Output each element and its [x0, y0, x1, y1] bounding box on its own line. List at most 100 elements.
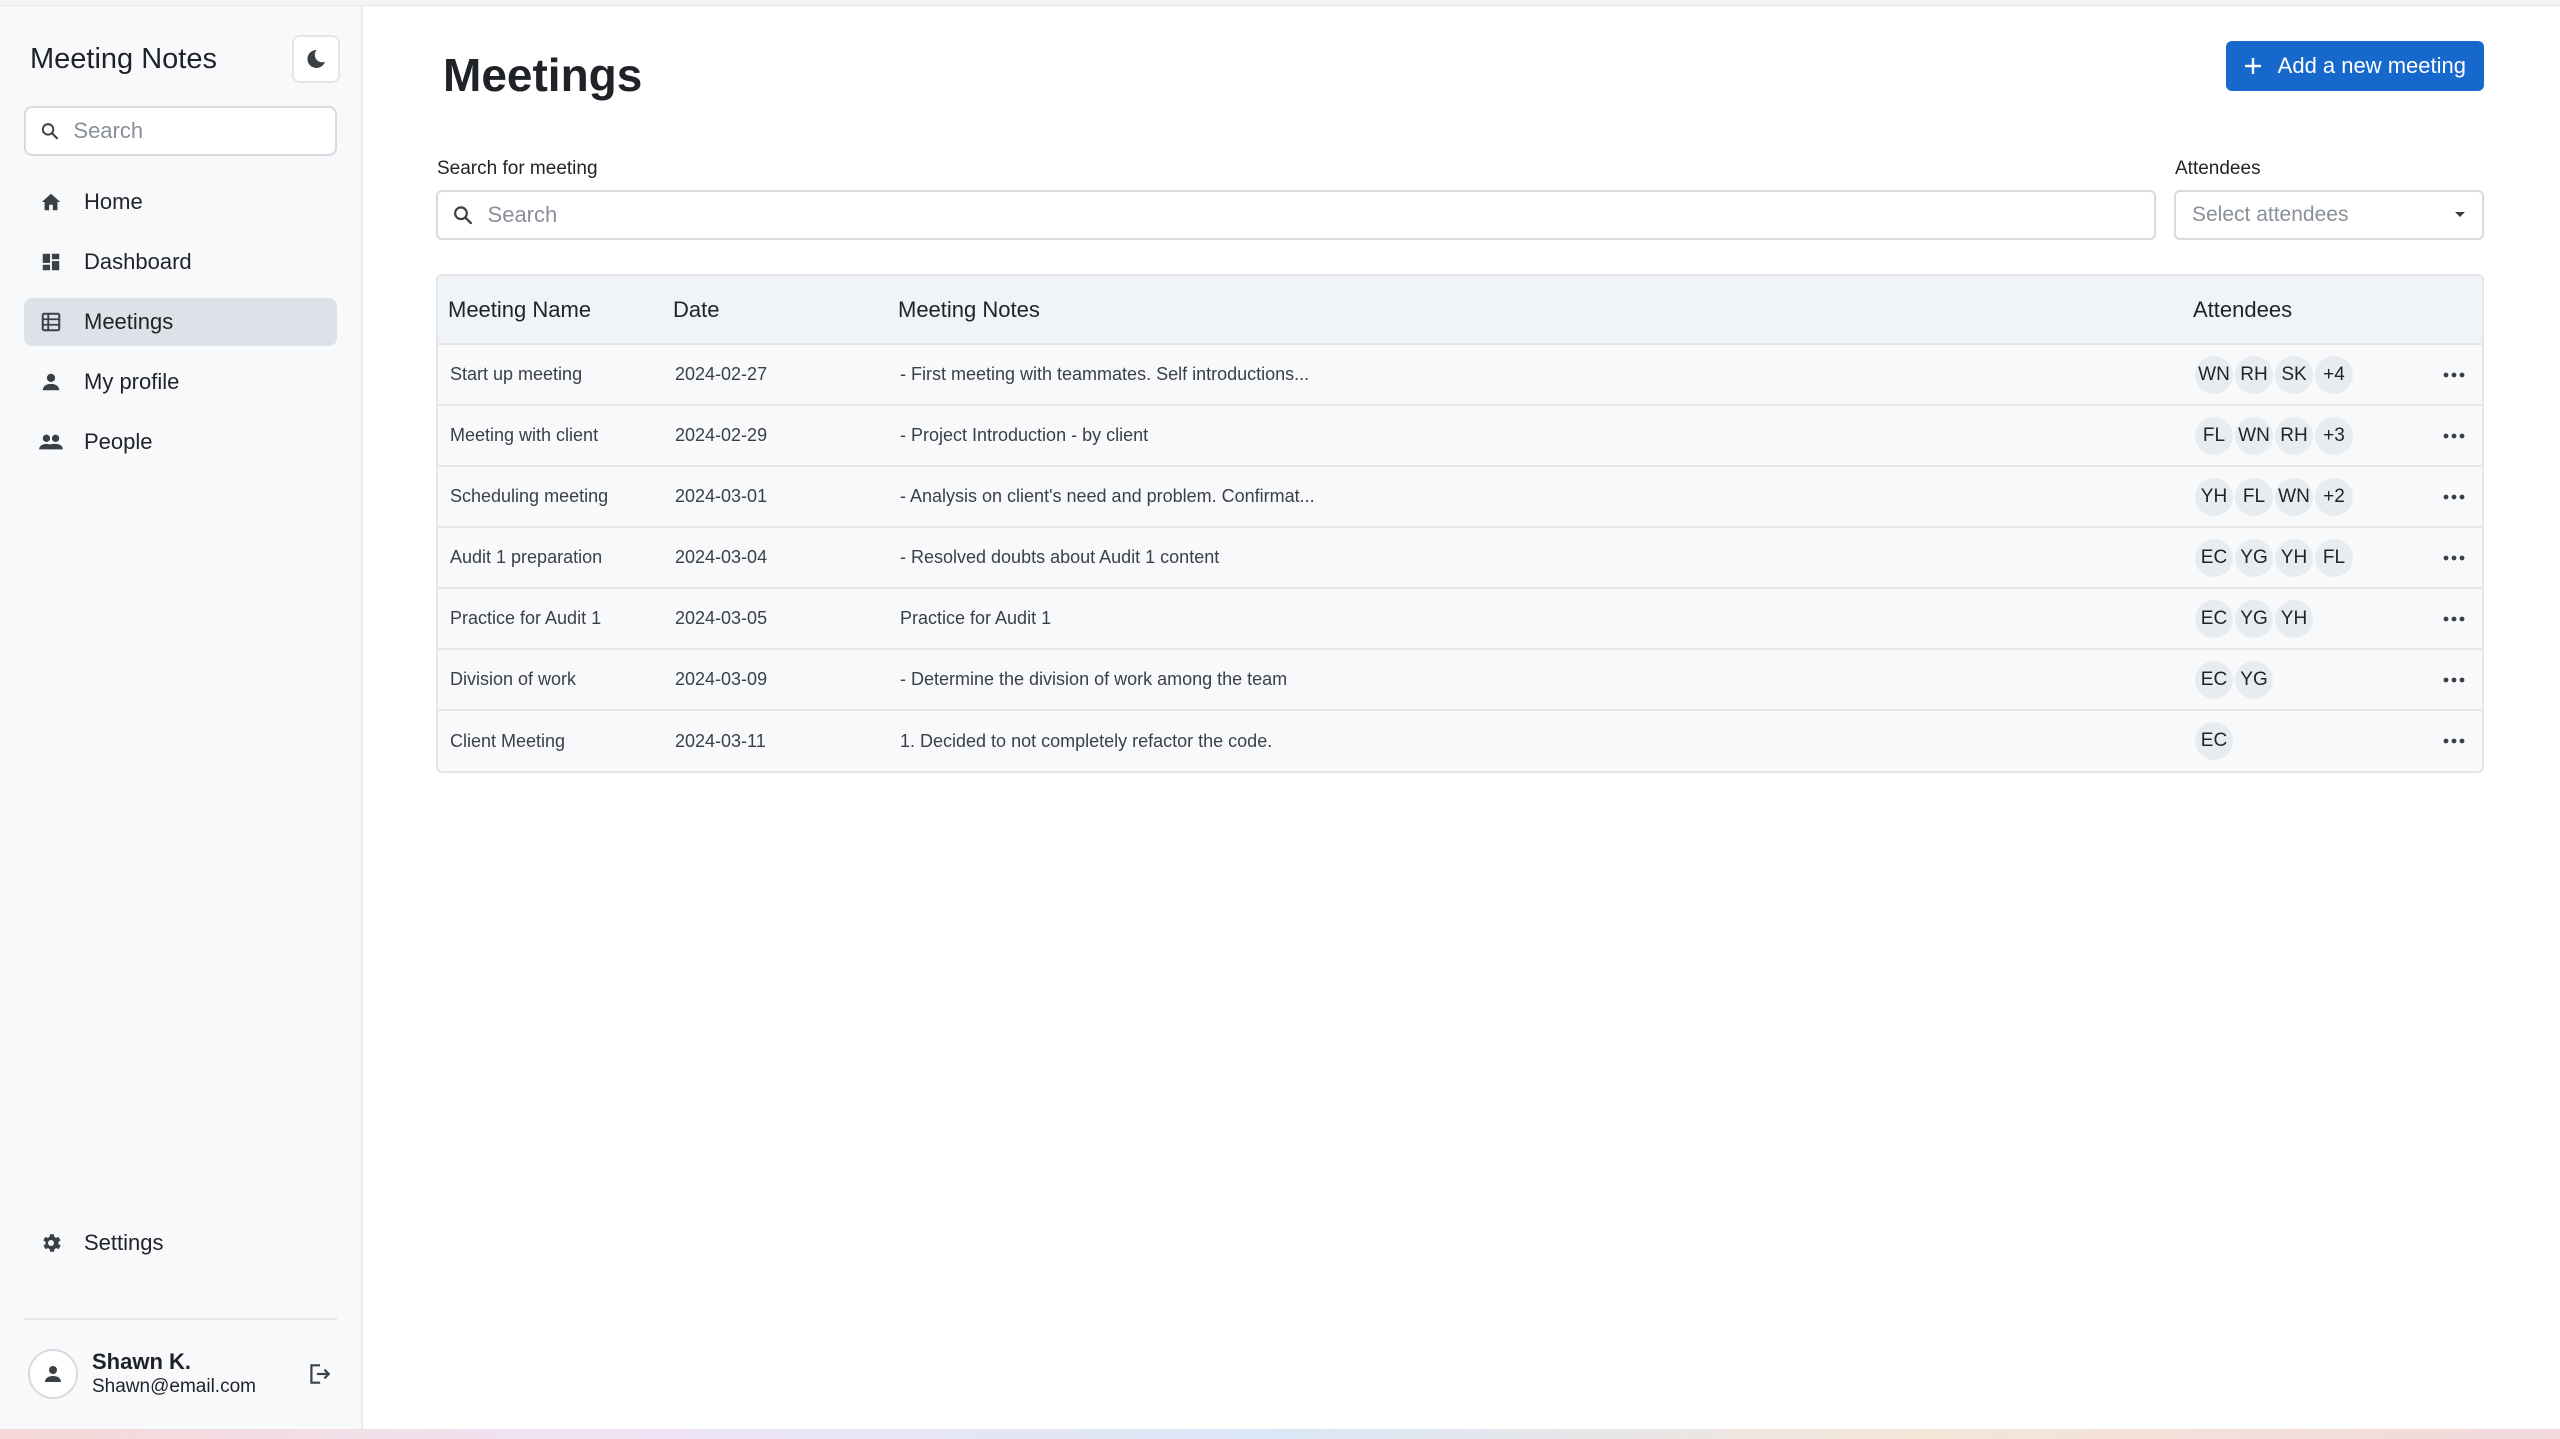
column-header-meeting-notes[interactable]: Meeting Notes [888, 276, 2183, 345]
table-row[interactable]: Audit 1 preparation 2024-03-04- Resolved … [438, 527, 2482, 589]
sidebar-search[interactable] [24, 106, 337, 156]
attendee-avatar[interactable]: EC [2195, 538, 2233, 577]
sidebar-item-settings[interactable]: Settings [24, 1219, 337, 1267]
more-options-button[interactable] [2422, 555, 2482, 561]
sidebar-header: Meeting Notes [24, 6, 340, 94]
attendees-cell: YH FL WN +2 [2183, 466, 2410, 528]
meeting-notes-cell: - First meeting with teammates. Self int… [888, 344, 2183, 406]
meeting-date-cell: 2024-03-11 [663, 710, 888, 771]
more-horizontal-icon [2443, 616, 2465, 621]
attendee-avatar[interactable]: EC [2195, 660, 2233, 699]
more-options-button[interactable] [2422, 433, 2482, 439]
column-header-date[interactable]: Date [663, 276, 888, 345]
row-actions-cell [2410, 588, 2482, 650]
attendee-avatar[interactable]: +4 [2315, 355, 2353, 394]
attendee-chips: EC YG YH FL [2195, 538, 2410, 577]
table-row[interactable]: Client Meeting 2024-03-11 1. Decided to no… [438, 710, 2482, 771]
sidebar-item-meetings[interactable]: Meetings [24, 298, 337, 346]
sidebar-search-input[interactable] [73, 118, 321, 144]
meeting-name-cell: Scheduling meeting [438, 466, 663, 528]
sidebar: Meeting Notes Home Dashboard [0, 6, 363, 1435]
attendee-avatar[interactable]: SK [2275, 355, 2313, 394]
sidebar-item-label: Home [84, 189, 143, 214]
page-title: Meetings [443, 49, 643, 101]
attendees-cell: EC YG YH FL [2183, 527, 2410, 589]
sidebar-item-my-profile[interactable]: My profile [24, 358, 337, 406]
table-row[interactable]: Start up meeting 2024-02-27- First meetin… [438, 344, 2482, 406]
user-info: Shawn K. Shawn@email.com [92, 1349, 301, 1399]
attendee-avatar[interactable]: FL [2315, 538, 2353, 577]
attendee-chips: EC [2195, 722, 2410, 760]
people-icon [38, 429, 64, 455]
more-horizontal-icon [2443, 555, 2465, 560]
attendees-filter-block: Attendees Select attendees [2174, 158, 2484, 240]
attendees-cell: EC YG YH [2183, 588, 2410, 650]
attendee-avatar[interactable]: YH [2195, 477, 2233, 516]
attendee-avatar[interactable]: YG [2235, 660, 2273, 699]
more-options-button[interactable] [2422, 616, 2482, 622]
attendee-chips: WN RH SK +4 [2195, 355, 2410, 394]
more-options-button[interactable] [2422, 738, 2482, 744]
search-label: Search for meeting [437, 158, 598, 179]
meeting-date-cell: 2024-02-27 [663, 344, 888, 406]
attendee-avatar[interactable]: FL [2235, 477, 2273, 516]
table-row[interactable]: Practice for Audit 1 2024-03-05 Practice f… [438, 588, 2482, 650]
add-meeting-label: Add a new meeting [2277, 53, 2466, 78]
attendee-chips: FL WN RH +3 [2195, 416, 2410, 455]
more-options-button[interactable] [2422, 677, 2482, 683]
attendee-avatar[interactable]: EC [2195, 599, 2233, 638]
attendee-avatar[interactable]: RH [2235, 355, 2273, 394]
attendee-avatar[interactable]: RH [2275, 416, 2313, 455]
attendee-avatar[interactable]: WN [2235, 416, 2273, 455]
sidebar-item-people[interactable]: People [24, 418, 337, 466]
add-meeting-button[interactable]: Add a new meeting [2225, 41, 2484, 91]
attendee-avatar[interactable]: +3 [2315, 416, 2353, 455]
row-actions-cell [2410, 344, 2482, 406]
meeting-notes-cell: - Determine the division of work among t… [888, 649, 2183, 711]
attendee-avatar[interactable]: YH [2275, 599, 2313, 638]
attendee-avatar[interactable]: WN [2195, 355, 2233, 394]
attendees-placeholder: Select attendees [2192, 203, 2349, 226]
theme-toggle-button[interactable] [292, 35, 340, 83]
table-row[interactable]: Division of work 2024-03-09- Determine th… [438, 649, 2482, 711]
sidebar-item-dashboard[interactable]: Dashboard [24, 238, 337, 286]
window-bottom-edge [0, 1429, 2560, 1439]
attendee-avatar[interactable]: YG [2235, 538, 2273, 577]
attendee-avatar[interactable]: YG [2235, 599, 2273, 638]
avatar[interactable] [28, 1349, 78, 1399]
sidebar-item-label: Dashboard [84, 249, 192, 274]
user-email: Shawn@email.com [92, 1376, 256, 1397]
column-header-meeting-name[interactable]: Meeting Name [438, 276, 663, 345]
attendee-avatar[interactable]: YH [2275, 538, 2313, 577]
table-row[interactable]: Scheduling meeting 2024-03-01- Analysis o… [438, 466, 2482, 528]
row-actions-cell [2410, 710, 2482, 771]
filters: Search for meeting Attendees Select atte… [436, 158, 2484, 240]
meeting-search[interactable] [436, 190, 2156, 240]
more-horizontal-icon [2443, 433, 2465, 438]
meeting-date-cell: 2024-02-29 [663, 405, 888, 467]
meeting-search-input[interactable] [487, 202, 2140, 228]
sidebar-item-home[interactable]: Home [24, 178, 337, 226]
sidebar-item-label: My profile [84, 369, 180, 394]
more-options-button[interactable] [2422, 494, 2482, 500]
attendee-avatar[interactable]: +2 [2315, 477, 2353, 516]
attendee-avatar[interactable]: WN [2275, 477, 2313, 516]
attendee-avatar[interactable]: FL [2195, 416, 2233, 455]
person-icon [45, 1366, 61, 1382]
search-icon [41, 123, 59, 140]
home-icon [38, 189, 64, 215]
row-actions-cell [2410, 527, 2482, 589]
table-row[interactable]: Meeting with client 2024-02-29- Project I… [438, 405, 2482, 467]
page-header: Meetings Add a new meeting [436, 6, 2484, 134]
column-header-attendees[interactable]: Attendees [2183, 276, 2410, 345]
meeting-name-cell: Start up meeting [438, 344, 663, 406]
attendees-cell: EC YG [2183, 649, 2410, 711]
attendee-avatar[interactable]: EC [2195, 722, 2233, 760]
meeting-notes-cell: - Project Introduction - by client [888, 405, 2183, 467]
divider [24, 1318, 337, 1320]
more-options-button[interactable] [2422, 372, 2482, 378]
sidebar-nav: Home Dashboard Meetings My profile Peopl… [24, 178, 337, 466]
attendees-select[interactable]: Select attendees [2174, 190, 2484, 240]
meeting-date-cell: 2024-03-04 [663, 527, 888, 589]
logout-button[interactable] [301, 1356, 337, 1392]
